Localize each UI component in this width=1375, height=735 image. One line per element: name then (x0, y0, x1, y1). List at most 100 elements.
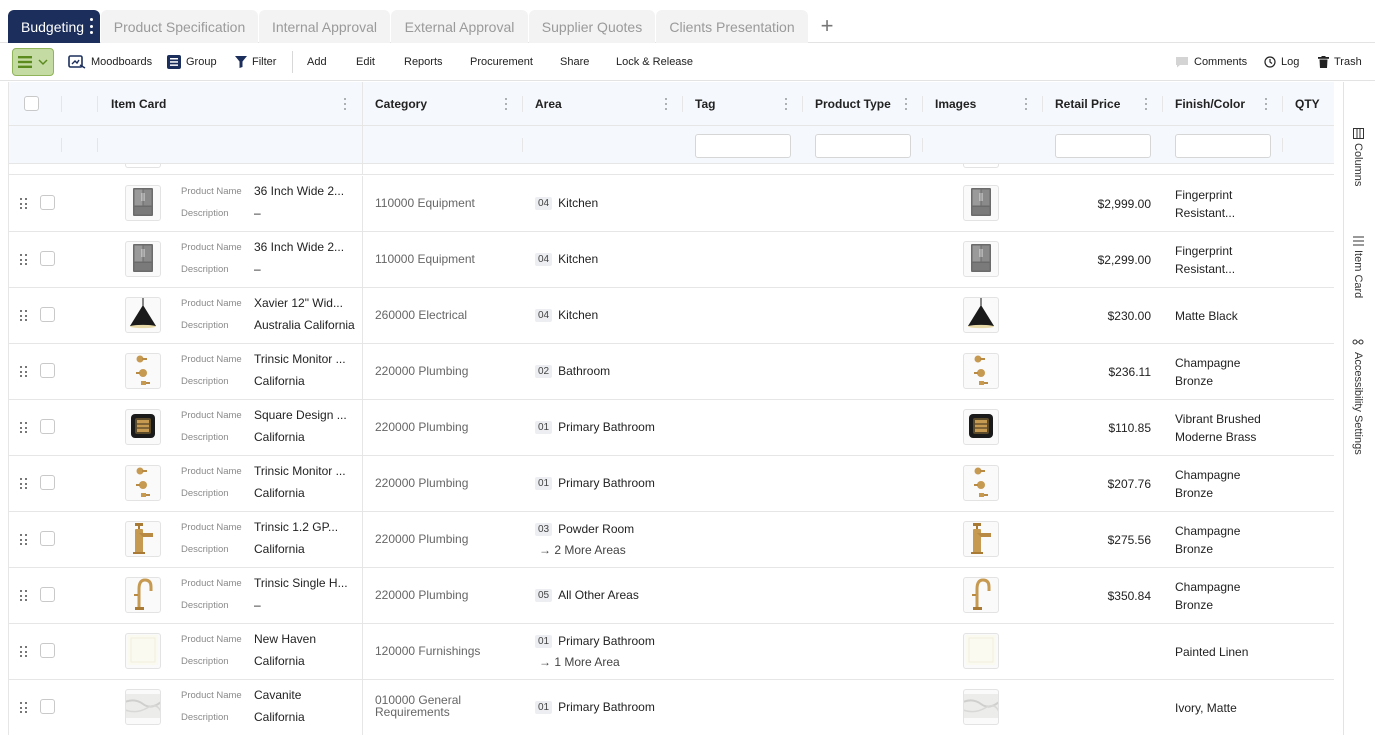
column-menu-icon[interactable] (1025, 98, 1028, 110)
row-checkbox[interactable] (40, 307, 55, 322)
column-header-category[interactable]: Category (363, 82, 427, 126)
column-header-retail-price[interactable]: Retail Price (1043, 82, 1120, 126)
more-areas-link[interactable]: → 1 More Area (539, 655, 620, 669)
product-image[interactable] (963, 465, 999, 501)
drag-handle-icon[interactable] (20, 478, 28, 490)
column-header-product-type[interactable]: Product Type (803, 82, 891, 126)
table-row[interactable]: Product Name New Haven Description Calif… (9, 624, 1334, 680)
table-row[interactable]: Product Name Trinsic 1.2 GP... Descripti… (9, 512, 1334, 568)
row-checkbox[interactable] (40, 587, 55, 602)
item-thumbnail[interactable] (125, 465, 161, 501)
tab-supplier-quotes[interactable]: Supplier Quotes (529, 10, 655, 43)
product-image[interactable] (963, 353, 999, 389)
table-row[interactable]: Product Name 36 Inch Wide 2... Descripti… (9, 232, 1334, 288)
product-name-value: Trinsic Monitor ... (254, 464, 346, 478)
tab-kebab-icon[interactable] (89, 18, 93, 34)
table-row[interactable]: Product Name 36 Inch Wide 2... Descripti… (9, 176, 1334, 232)
item-thumbnail[interactable] (125, 353, 161, 389)
finish-color-filter-input[interactable] (1175, 134, 1271, 158)
row-checkbox[interactable] (40, 251, 55, 266)
tab-product-specification[interactable]: Product Specification (101, 10, 258, 43)
column-menu-icon[interactable] (665, 98, 668, 110)
item-card-panel-tab[interactable]: Item Card (1352, 236, 1364, 298)
tab-external-approval[interactable]: External Approval (391, 10, 528, 43)
column-header-images[interactable]: Images (923, 82, 976, 126)
columns-panel-tab[interactable]: Columns (1352, 128, 1364, 186)
trash-button[interactable]: Trash (1318, 43, 1362, 81)
row-checkbox[interactable] (40, 363, 55, 378)
view-menu-button[interactable] (12, 48, 54, 76)
product-image[interactable] (963, 241, 999, 277)
product-image[interactable] (963, 521, 999, 557)
item-thumbnail[interactable] (125, 185, 161, 221)
add-button[interactable]: Add (307, 43, 327, 81)
item-thumbnail[interactable] (125, 241, 161, 277)
table-row[interactable]: Product Name Cavanite Description Califo… (9, 680, 1334, 735)
product-image[interactable] (963, 689, 999, 725)
drag-handle-icon[interactable] (20, 366, 28, 378)
drag-handle-icon[interactable] (20, 254, 28, 266)
product-type-filter-input[interactable] (815, 134, 911, 158)
drag-handle-icon[interactable] (20, 590, 28, 602)
log-button[interactable]: Log (1264, 43, 1299, 81)
item-thumbnail[interactable] (125, 577, 161, 613)
drag-handle-icon[interactable] (20, 702, 28, 714)
more-areas-link[interactable]: → 2 More Areas (539, 543, 626, 557)
column-header-finish-color[interactable]: Finish/Color (1163, 82, 1245, 126)
item-thumbnail[interactable] (125, 521, 161, 557)
tab-clients-presentation[interactable]: Clients Presentation (656, 10, 808, 43)
select-all-checkbox[interactable] (24, 96, 39, 111)
comments-button[interactable]: Comments (1175, 43, 1247, 81)
row-checkbox[interactable] (40, 531, 55, 546)
row-checkbox[interactable] (40, 699, 55, 714)
column-header-qty[interactable]: QTY (1283, 82, 1320, 126)
group-button[interactable]: Group (167, 43, 217, 81)
drag-handle-icon[interactable] (20, 646, 28, 658)
tab-budgeting[interactable]: Budgeting (8, 10, 100, 43)
column-menu-icon[interactable] (785, 98, 788, 110)
retail-price-filter-input[interactable] (1055, 134, 1151, 158)
column-header-item-card[interactable]: Item Card (99, 82, 166, 126)
item-thumbnail[interactable] (125, 689, 161, 725)
reports-button[interactable]: Reports (404, 43, 443, 81)
moodboards-button[interactable]: Moodboards (68, 43, 152, 81)
product-image[interactable] (963, 297, 999, 333)
share-button[interactable]: Share (560, 43, 589, 81)
drag-handle-icon[interactable] (20, 534, 28, 546)
row-checkbox[interactable] (40, 419, 55, 434)
drag-handle-icon[interactable] (20, 422, 28, 434)
accessibility-panel-tab[interactable]: Accessibility Settings (1352, 336, 1364, 455)
add-tab-icon[interactable]: + (816, 14, 838, 38)
column-menu-icon[interactable] (505, 98, 508, 110)
procurement-button[interactable]: Procurement (470, 43, 533, 81)
column-header-tag[interactable]: Tag (683, 82, 715, 126)
table-row[interactable]: Product Name Trinsic Monitor ... Descrip… (9, 344, 1334, 400)
column-menu-icon[interactable] (1145, 98, 1148, 110)
column-menu-icon[interactable] (905, 98, 908, 110)
row-checkbox[interactable] (40, 475, 55, 490)
product-image[interactable] (963, 577, 999, 613)
row-checkbox[interactable] (40, 195, 55, 210)
table-row[interactable]: Product Name Square Design ... Descripti… (9, 400, 1334, 456)
retail-price-cell: $2,299.00 (1097, 253, 1151, 267)
column-menu-icon[interactable] (344, 98, 347, 110)
item-thumbnail[interactable] (125, 409, 161, 445)
column-menu-icon[interactable] (1265, 98, 1268, 110)
product-image[interactable] (963, 633, 999, 669)
filter-button[interactable]: Filter (235, 43, 276, 81)
product-image[interactable] (963, 409, 999, 445)
drag-handle-icon[interactable] (20, 198, 28, 210)
item-thumbnail[interactable] (125, 633, 161, 669)
tab-internal-approval[interactable]: Internal Approval (259, 10, 390, 43)
lock-release-button[interactable]: Lock & Release (616, 43, 693, 81)
edit-button[interactable]: Edit (356, 43, 375, 81)
item-thumbnail[interactable] (125, 297, 161, 333)
column-header-area[interactable]: Area (523, 82, 562, 126)
table-row[interactable]: Product Name Xavier 12" Wid... Descripti… (9, 288, 1334, 344)
drag-handle-icon[interactable] (20, 310, 28, 322)
table-row[interactable]: Product Name Trinsic Monitor ... Descrip… (9, 456, 1334, 512)
table-row[interactable]: Product Name Trinsic Single H... Descrip… (9, 568, 1334, 624)
product-image[interactable] (963, 185, 999, 221)
tag-filter-input[interactable] (695, 134, 791, 158)
row-checkbox[interactable] (40, 643, 55, 658)
